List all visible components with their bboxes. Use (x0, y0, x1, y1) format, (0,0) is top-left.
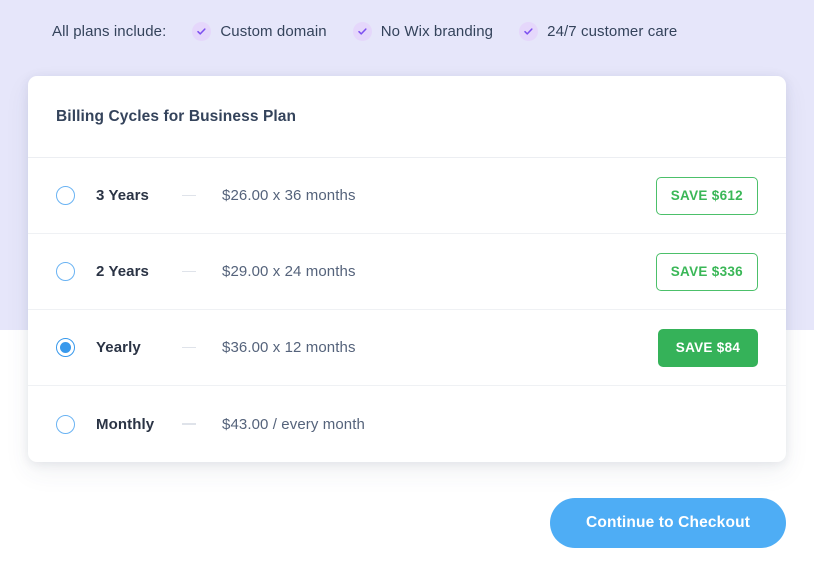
billing-option-label: 2 Years (96, 263, 149, 280)
check-icon (519, 21, 539, 41)
billing-option-price: $36.00 x 12 months (222, 339, 356, 356)
card-title: Billing Cycles for Business Plan (56, 107, 297, 125)
billing-option-price: $29.00 x 24 months (222, 263, 356, 280)
check-icon (192, 21, 212, 41)
billing-option-row-2-years[interactable]: 2 Years $29.00 x 24 months SAVE $336 (28, 234, 786, 310)
billing-option-row-monthly[interactable]: Monthly $43.00 / every month (28, 386, 786, 462)
feature-item-customer-care: 24/7 customer care (519, 21, 678, 41)
radio-button-3-years[interactable] (56, 186, 75, 205)
plans-include-label: All plans include: (52, 22, 167, 40)
billing-option-row-yearly[interactable]: Yearly $36.00 x 12 months SAVE $84 (28, 310, 786, 386)
feature-label: No Wix branding (380, 22, 494, 40)
billing-option-label: Monthly (96, 415, 155, 433)
billing-option-price: $43.00 / every month (222, 415, 365, 433)
separator-dash-icon (182, 346, 196, 349)
card-footer: Continue to Checkout (28, 498, 786, 548)
plans-include-banner: All plans include: Custom domain No Wix … (0, 0, 814, 62)
separator-dash-icon (182, 194, 196, 197)
check-icon (352, 21, 372, 41)
billing-option-label: Yearly (96, 339, 141, 356)
separator-dash-icon (182, 423, 196, 425)
feature-item-no-wix-branding: No Wix branding (352, 21, 494, 41)
radio-button-monthly[interactable] (56, 414, 75, 434)
feature-item-custom-domain: Custom domain (192, 21, 327, 41)
billing-option-label: 3 Years (96, 187, 149, 204)
separator-dash-icon (182, 270, 196, 273)
radio-button-yearly[interactable] (56, 338, 75, 357)
billing-option-price: $26.00 x 36 months (222, 187, 356, 204)
save-badge-yearly: SAVE $84 (658, 328, 758, 367)
radio-button-2-years[interactable] (56, 262, 75, 281)
continue-to-checkout-button[interactable]: Continue to Checkout (550, 498, 786, 548)
save-badge-2-years: SAVE $336 (655, 252, 758, 291)
billing-option-row-3-years[interactable]: 3 Years $26.00 x 36 months SAVE $612 (28, 158, 786, 234)
card-header: Billing Cycles for Business Plan (28, 76, 786, 158)
feature-label: Custom domain (220, 22, 327, 40)
billing-cycles-card: Billing Cycles for Business Plan 3 Years… (28, 76, 786, 462)
save-badge-3-years: SAVE $612 (655, 176, 758, 215)
feature-label: 24/7 customer care (547, 22, 678, 40)
